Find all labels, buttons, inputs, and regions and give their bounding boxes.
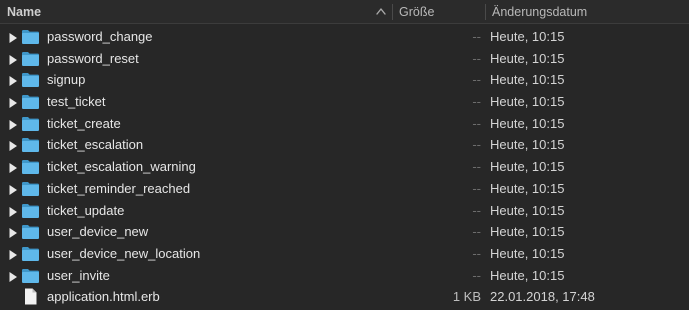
- disclosure-triangle-icon[interactable]: [8, 183, 18, 195]
- disclosure-triangle-icon[interactable]: [8, 96, 18, 109]
- folder-icon: [21, 71, 40, 88]
- folder-icon: [21, 28, 40, 45]
- item-name: password_reset: [47, 50, 139, 66]
- item-size: --: [472, 245, 481, 261]
- file-list: password_change -- Heute, 10:15 password_re…: [0, 26, 689, 308]
- item-date: Heute, 10:15: [490, 115, 565, 131]
- item-size: --: [472, 180, 481, 196]
- disclosure-triangle-icon[interactable]: [8, 53, 18, 65]
- folder-row[interactable]: ticket_escalation_warning -- Heute, 10:15: [0, 156, 689, 178]
- disclosure-triangle-icon[interactable]: [8, 205, 18, 217]
- item-date: Heute, 10:15: [490, 224, 565, 240]
- item-date: Heute, 10:15: [490, 50, 565, 66]
- item-name: password_change: [47, 29, 153, 44]
- folder-row[interactable]: test_ticket -- Heute, 10:15: [0, 91, 689, 113]
- folder-row[interactable]: password_change -- Heute, 10:15: [0, 26, 689, 48]
- disclosure-triangle-icon[interactable]: [8, 226, 18, 239]
- item-size: --: [472, 159, 481, 175]
- item-date: Heute, 10:15: [490, 202, 565, 218]
- folder-icon: [21, 180, 40, 197]
- folder-row[interactable]: ticket_update -- Heute, 10:15: [0, 200, 689, 222]
- item-name: ticket_reminder_reached: [47, 180, 191, 196]
- folder-row[interactable]: ticket_reminder_reached -- Heute, 10:15: [0, 178, 689, 200]
- column-divider[interactable]: [485, 4, 486, 20]
- item-date: Heute, 10:15: [490, 159, 565, 175]
- disclosure-triangle-icon[interactable]: [8, 74, 18, 87]
- item-date: Heute, 10:15: [490, 29, 565, 44]
- folder-icon: [21, 245, 40, 262]
- item-name: application.html.erb: [47, 289, 160, 305]
- item-size: --: [472, 115, 481, 131]
- item-size: --: [472, 137, 481, 153]
- column-header-name[interactable]: Name: [0, 0, 392, 24]
- item-size: --: [472, 94, 481, 110]
- item-name: signup: [47, 72, 86, 88]
- item-name: ticket_create: [47, 115, 121, 131]
- folder-row[interactable]: ticket_create -- Heute, 10:15: [0, 113, 689, 135]
- folder-row[interactable]: user_device_new_location -- Heute, 10:15: [0, 243, 689, 265]
- item-date: Heute, 10:15: [490, 245, 565, 261]
- item-name: ticket_escalation_warning: [47, 159, 196, 175]
- folder-icon: [21, 50, 40, 67]
- folder-icon: [21, 202, 40, 219]
- item-name: ticket_update: [47, 202, 125, 218]
- folder-icon: [21, 115, 40, 132]
- folder-icon: [21, 136, 40, 153]
- disclosure-triangle-icon[interactable]: [8, 139, 18, 152]
- item-size: --: [472, 50, 481, 66]
- folder-row[interactable]: user_invite -- Heute, 10:15: [0, 265, 689, 287]
- column-divider[interactable]: [392, 4, 393, 20]
- disclosure-triangle-icon[interactable]: [8, 161, 18, 174]
- item-size: --: [472, 202, 481, 218]
- folder-icon: [21, 158, 40, 175]
- item-name: user_invite: [47, 267, 110, 283]
- column-header-bar: Name Größe Änderungsdatum: [0, 0, 689, 24]
- item-name: user_device_new_location: [47, 245, 201, 261]
- folder-icon: [21, 223, 40, 240]
- folder-row[interactable]: password_reset -- Heute, 10:15: [0, 48, 689, 70]
- item-date: 22.01.2018, 17:48: [490, 289, 595, 305]
- file-row[interactable]: application.html.erb 1 KB 22.01.2018, 17:4…: [0, 286, 689, 308]
- item-date: Heute, 10:15: [490, 72, 565, 88]
- folder-row[interactable]: signup -- Heute, 10:15: [0, 69, 689, 91]
- document-icon: [21, 288, 40, 305]
- folder-row[interactable]: ticket_escalation -- Heute, 10:15: [0, 134, 689, 156]
- sort-ascending-icon[interactable]: [373, 0, 389, 24]
- disclosure-triangle-icon[interactable]: [8, 118, 18, 130]
- item-size: --: [472, 224, 481, 240]
- column-header-date[interactable]: Änderungsdatum: [492, 0, 689, 24]
- item-name: test_ticket: [47, 94, 106, 110]
- column-header-size[interactable]: Größe: [399, 0, 483, 24]
- item-size: --: [472, 267, 481, 283]
- item-date: Heute, 10:15: [490, 137, 565, 153]
- folder-row[interactable]: user_device_new -- Heute, 10:15: [0, 221, 689, 243]
- item-date: Heute, 10:15: [490, 180, 565, 196]
- finder-list-view: Name Größe Änderungsdatum password_chang…: [0, 0, 689, 310]
- item-name: user_device_new: [47, 224, 149, 240]
- item-name: ticket_escalation: [47, 137, 144, 153]
- item-size: --: [472, 72, 481, 88]
- folder-icon: [21, 93, 40, 110]
- disclosure-triangle-icon[interactable]: [8, 248, 18, 260]
- disclosure-triangle-icon[interactable]: [8, 31, 18, 43]
- item-date: Heute, 10:15: [490, 94, 565, 110]
- folder-icon: [21, 267, 40, 284]
- item-date: Heute, 10:15: [490, 267, 565, 283]
- item-size: 1 KB: [452, 289, 481, 305]
- disclosure-triangle-icon[interactable]: [8, 270, 18, 282]
- item-size: --: [472, 29, 481, 44]
